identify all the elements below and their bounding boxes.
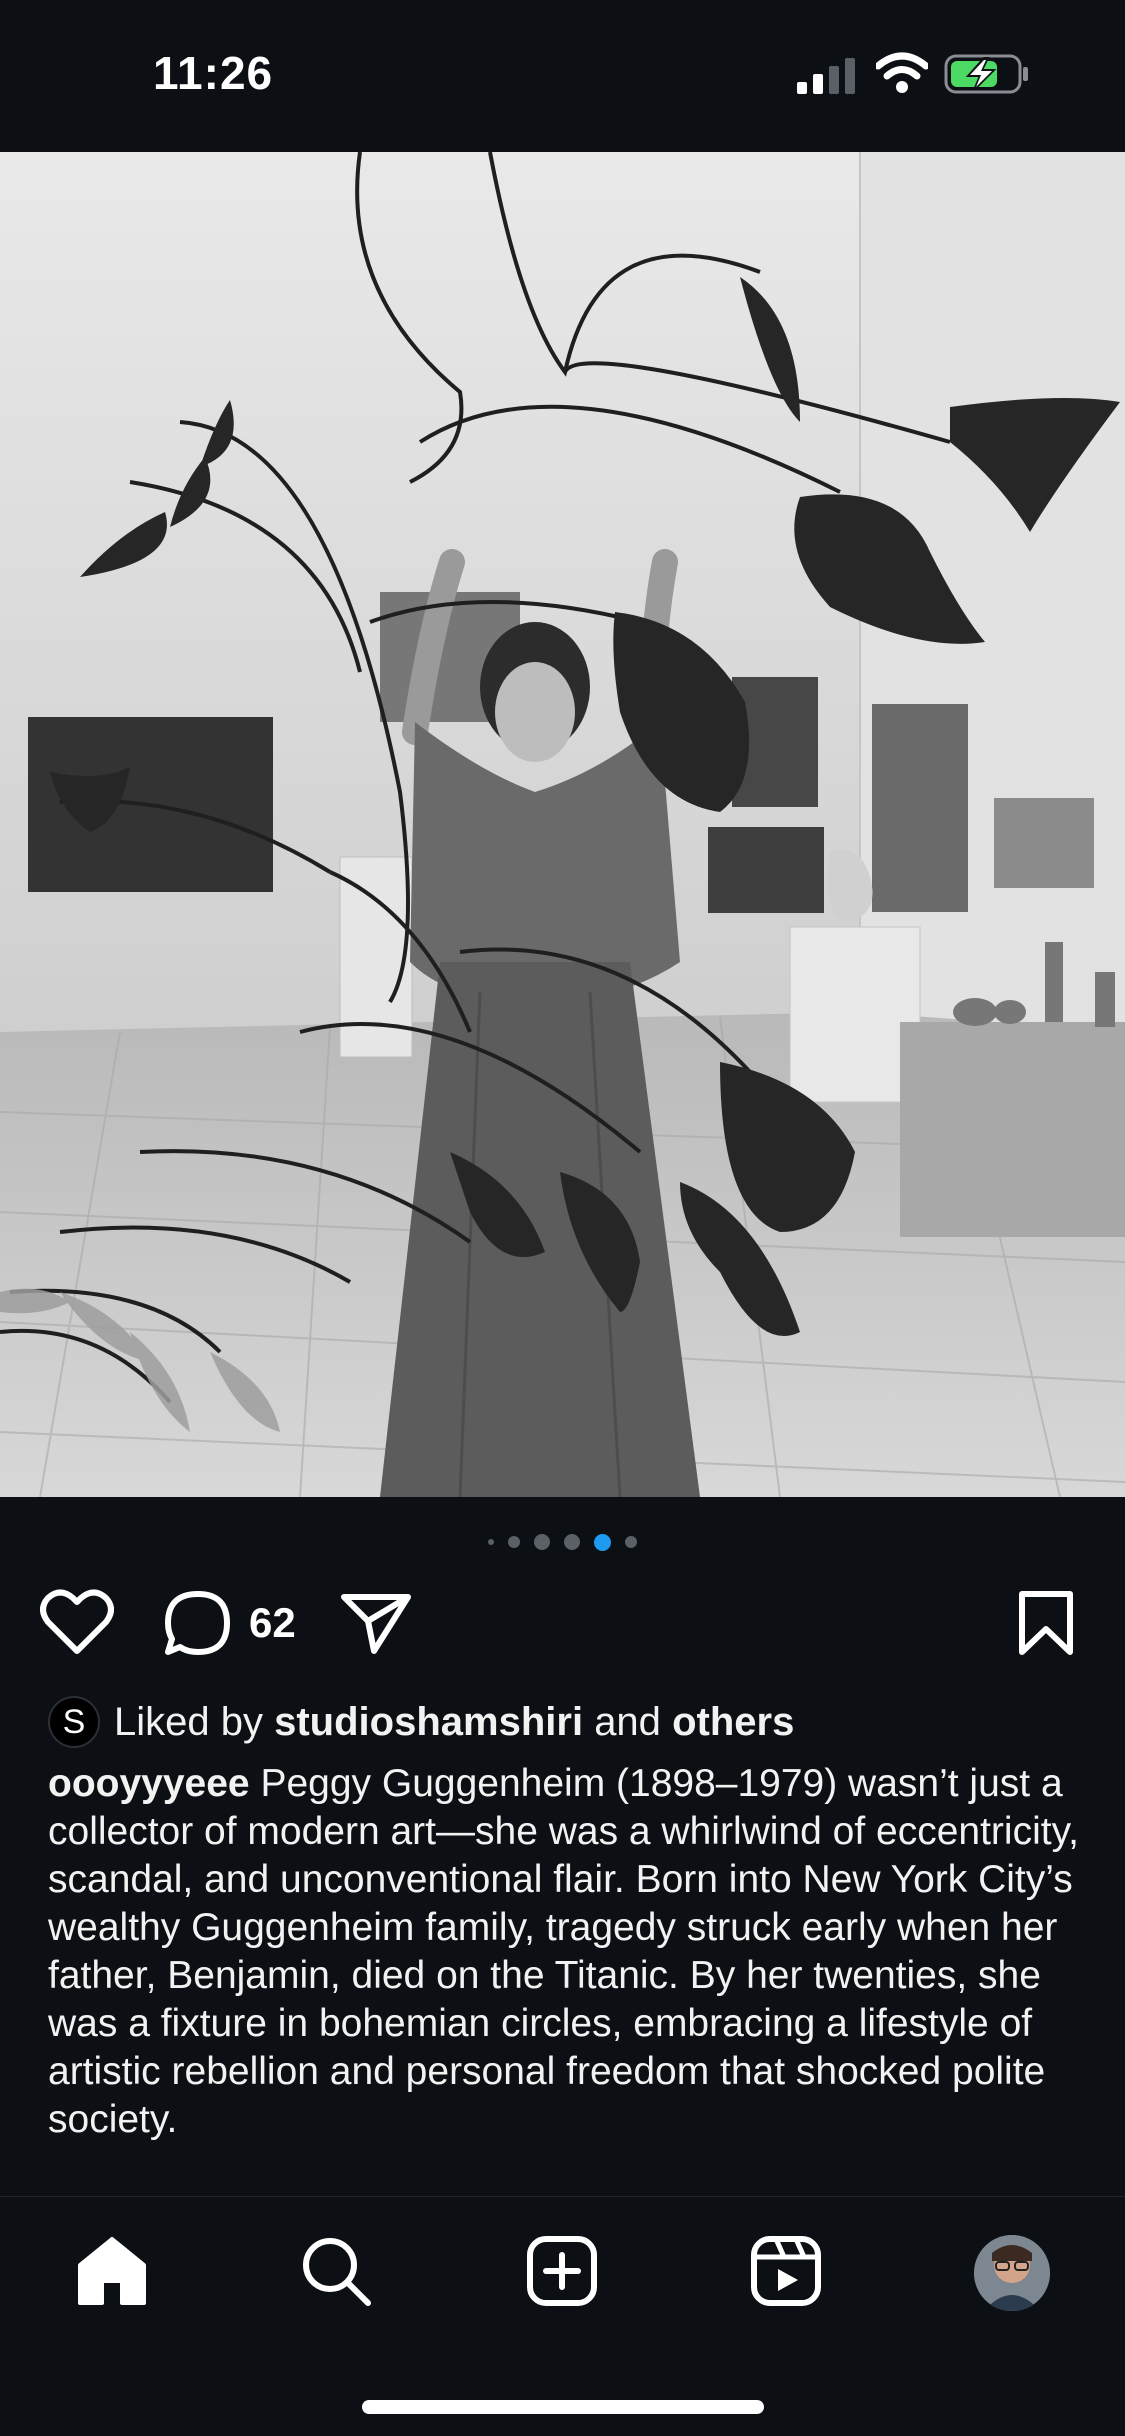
carousel-dot (488, 1539, 494, 1545)
cellular-signal-icon (797, 58, 855, 94)
post-caption: oooyyyeee Peggy Guggenheim (1898–1979) w… (48, 1760, 1088, 2144)
post-image[interactable] (0, 152, 1125, 1497)
home-indicator (362, 2400, 764, 2414)
bookmark-outline-icon[interactable] (1016, 1589, 1076, 1657)
carousel-dot-active (594, 1533, 611, 1551)
post-actions: 62 (0, 1585, 1125, 1660)
liker-username[interactable]: studioshamshiri (274, 1700, 583, 1745)
carousel-dot (534, 1534, 550, 1550)
comment-count: 62 (249, 1599, 296, 1646)
likes-line[interactable]: S Liked by studioshamshiri and others (48, 1696, 794, 1748)
wifi-icon (876, 52, 928, 93)
caption-text: Peggy Guggenheim (1898–1979) wasn’t just… (48, 1762, 1080, 2141)
comment-bubble-icon[interactable] (163, 1589, 233, 1657)
status-time: 11:26 (153, 47, 274, 99)
likes-prefix: Liked by (114, 1699, 263, 1744)
home-icon[interactable] (74, 2233, 150, 2309)
liker-avatar[interactable]: S (48, 1696, 100, 1748)
paper-plane-icon[interactable] (340, 1591, 412, 1655)
reels-icon[interactable] (748, 2233, 824, 2309)
carousel-dot (508, 1536, 520, 1548)
search-icon[interactable] (298, 2233, 374, 2309)
carousel-indicator (0, 1530, 1125, 1554)
battery-charging-icon (944, 54, 1028, 94)
caption-username[interactable]: oooyyyeee (48, 1762, 250, 1805)
status-bar: 11:26 (0, 0, 1125, 152)
carousel-dot (625, 1536, 637, 1548)
carousel-dot (564, 1534, 580, 1550)
likes-others[interactable]: others (672, 1700, 794, 1745)
create-icon[interactable] (524, 2233, 600, 2309)
heart-outline-icon[interactable] (40, 1589, 114, 1655)
profile-avatar[interactable] (974, 2235, 1050, 2311)
likes-connector: and (594, 1699, 661, 1744)
